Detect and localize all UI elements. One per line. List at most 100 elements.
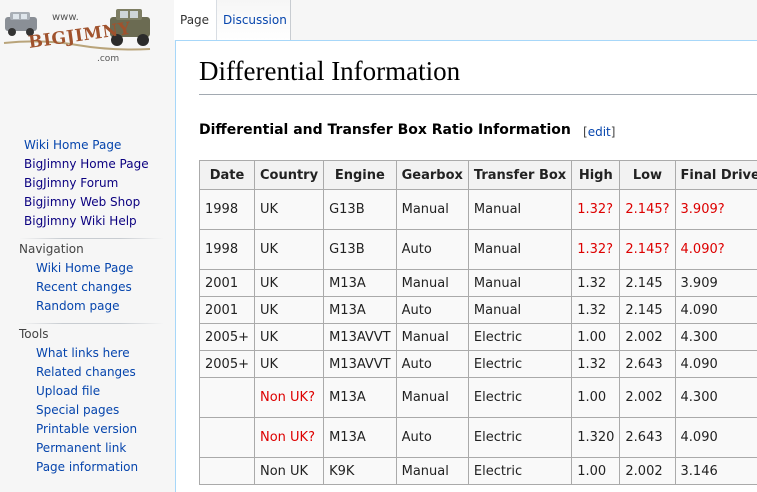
nav-item-recent-changes[interactable]: Recent changes bbox=[36, 278, 173, 297]
header-high: High bbox=[571, 160, 621, 190]
table-cell: 1.32 bbox=[571, 269, 621, 297]
table-cell: UK bbox=[253, 189, 325, 230]
table-cell: 4.300 bbox=[674, 377, 757, 418]
table-cell: Electric bbox=[467, 323, 573, 351]
table-cell: M13A bbox=[323, 377, 397, 418]
table-cell: 2.643 bbox=[619, 417, 676, 458]
header-gearbox: Gearbox bbox=[395, 160, 469, 190]
tools-item-page-information[interactable]: Page information bbox=[36, 458, 173, 477]
edit-bracket-close: ] bbox=[610, 125, 616, 139]
tools-item-related-changes[interactable]: Related changes bbox=[36, 363, 173, 382]
table-cell: 3.909? bbox=[674, 189, 757, 230]
table-cell: Manual bbox=[395, 377, 469, 418]
table-cell: 2001 bbox=[199, 269, 255, 297]
table-cell: M13A bbox=[323, 296, 397, 324]
table-cell: 2.002 bbox=[619, 377, 676, 418]
table-cell: Manual bbox=[395, 269, 469, 297]
table-cell: 4.090 bbox=[674, 350, 757, 378]
table-cell: 4.090 bbox=[674, 296, 757, 324]
sidebar-item-forum[interactable]: BigJimny Forum bbox=[0, 174, 173, 193]
navigation-heading: Navigation bbox=[19, 242, 84, 256]
tools-item-what-links-here[interactable]: What links here bbox=[36, 344, 173, 363]
section-heading: Differential and Transfer Box Ratio Info… bbox=[199, 122, 571, 138]
edit-link[interactable]: edit bbox=[588, 125, 611, 139]
table-row: 2001 UK M13A Auto Manual 1.32 2.145 4.090 bbox=[199, 296, 757, 324]
table-cell: 2.002 bbox=[619, 457, 676, 485]
site-logo[interactable]: www. BIGJIMNY .com bbox=[2, 3, 152, 65]
ratio-table: Date Country Engine Gearbox Transfer Box… bbox=[199, 160, 757, 485]
table-cell: 2005+ bbox=[199, 323, 255, 351]
table-cell: Electric bbox=[467, 417, 573, 458]
table-row: 2005+ UK M13AVVT Auto Electric 1.32 2.643 4.090 bbox=[199, 350, 757, 378]
sidebar-item-web-shop[interactable]: Bigjimny Web Shop bbox=[0, 193, 173, 212]
page-title: Differential Information bbox=[199, 56, 461, 86]
table-row: 2005+ UK M13AVVT Manual Electric 1.00 2.002 4.3… bbox=[199, 323, 757, 351]
table-cell: M13AVVT bbox=[323, 350, 397, 378]
tools-item-upload-file[interactable]: Upload file bbox=[36, 382, 173, 401]
table-row: Non UK? M13A Manual Electric 1.00 2.002 4.300 bbox=[199, 377, 757, 418]
table-cell: 2.145? bbox=[619, 189, 676, 230]
table-header-row: Date Country Engine Gearbox Transfer Box… bbox=[199, 160, 757, 190]
sidebar-item-wiki-home[interactable]: Wiki Home Page bbox=[0, 136, 173, 155]
header-country: Country bbox=[253, 160, 325, 190]
logo-com-text: .com bbox=[97, 54, 120, 64]
table-cell: Manual bbox=[467, 296, 573, 324]
table-row: 1998 UK G13B Auto Manual 1.32? 2.145? 4.090? bbox=[199, 229, 757, 270]
table-cell: 2005+ bbox=[199, 350, 255, 378]
table-cell: 2.643 bbox=[619, 350, 676, 378]
nav-item-random-page[interactable]: Random page bbox=[36, 297, 173, 316]
tab-page[interactable]: Page bbox=[174, 0, 217, 40]
table-body: 1998 UK G13B Manual Manual 1.32? 2.145? 3.909? 1… bbox=[199, 189, 757, 485]
table-cell: 1.32 bbox=[571, 350, 621, 378]
table-cell: UK bbox=[253, 323, 325, 351]
table-cell: Auto bbox=[395, 417, 469, 458]
tools-item-permanent-link[interactable]: Permanent link bbox=[36, 439, 173, 458]
table-cell: Auto bbox=[395, 296, 469, 324]
tools-item-printable-version[interactable]: Printable version bbox=[36, 420, 173, 439]
table-cell: Electric bbox=[467, 350, 573, 378]
table-cell: Manual bbox=[467, 269, 573, 297]
header-transfer-box: Transfer Box bbox=[467, 160, 573, 190]
table-cell bbox=[199, 377, 255, 418]
table-cell: Auto bbox=[395, 350, 469, 378]
table-cell: 1998 bbox=[199, 189, 255, 230]
table-cell: Manual bbox=[395, 323, 469, 351]
table-cell: Non UK bbox=[253, 457, 325, 485]
table-cell: Electric bbox=[467, 457, 573, 485]
nav-item-wiki-home[interactable]: Wiki Home Page bbox=[36, 259, 173, 278]
table-cell: 2.145 bbox=[619, 296, 676, 324]
sidebar-tools: Tools What links here Related changes Up… bbox=[0, 327, 173, 477]
table-cell: 4.300 bbox=[674, 323, 757, 351]
sidebar-item-wiki-help[interactable]: BigJimny Wiki Help bbox=[0, 212, 173, 231]
tools-item-special-pages[interactable]: Special pages bbox=[36, 401, 173, 420]
table-cell: Non UK? bbox=[253, 417, 325, 458]
table-row: 2001 UK M13A Manual Manual 1.32 2.145 3.909 bbox=[199, 269, 757, 297]
table-cell: UK bbox=[253, 229, 325, 270]
table-cell: 4.090? bbox=[674, 229, 757, 270]
table-cell: Non UK? bbox=[253, 377, 325, 418]
table-cell bbox=[199, 457, 255, 485]
table-cell: M13A bbox=[323, 417, 397, 458]
title-divider bbox=[199, 94, 757, 95]
table-cell: M13AVVT bbox=[323, 323, 397, 351]
table-cell: Manual bbox=[395, 189, 469, 230]
header-final-drive: Final Drive bbox=[674, 160, 757, 190]
table-cell: 1.320 bbox=[571, 417, 621, 458]
table-cell: 4.090 bbox=[674, 417, 757, 458]
tools-heading: Tools bbox=[19, 327, 49, 341]
table-cell: 1.32? bbox=[571, 229, 621, 270]
table-cell: UK bbox=[253, 350, 325, 378]
sidebar-item-bigjimny-home[interactable]: BigJimny Home Page bbox=[0, 155, 173, 174]
content-area: Differential Information Differential an… bbox=[175, 40, 757, 492]
table-cell: 1.32 bbox=[571, 296, 621, 324]
table-cell: 1.00 bbox=[571, 377, 621, 418]
sidebar-divider bbox=[19, 323, 164, 324]
table-cell: Electric bbox=[467, 377, 573, 418]
table-cell: 1.00 bbox=[571, 323, 621, 351]
table-cell: 2001 bbox=[199, 296, 255, 324]
sidebar-navigation: Navigation Wiki Home Page Recent changes… bbox=[0, 242, 173, 316]
tab-discussion[interactable]: Discussion bbox=[217, 0, 291, 40]
table-cell: G13B bbox=[323, 189, 397, 230]
sidebar-divider bbox=[19, 238, 164, 239]
table-cell: Auto bbox=[395, 229, 469, 270]
